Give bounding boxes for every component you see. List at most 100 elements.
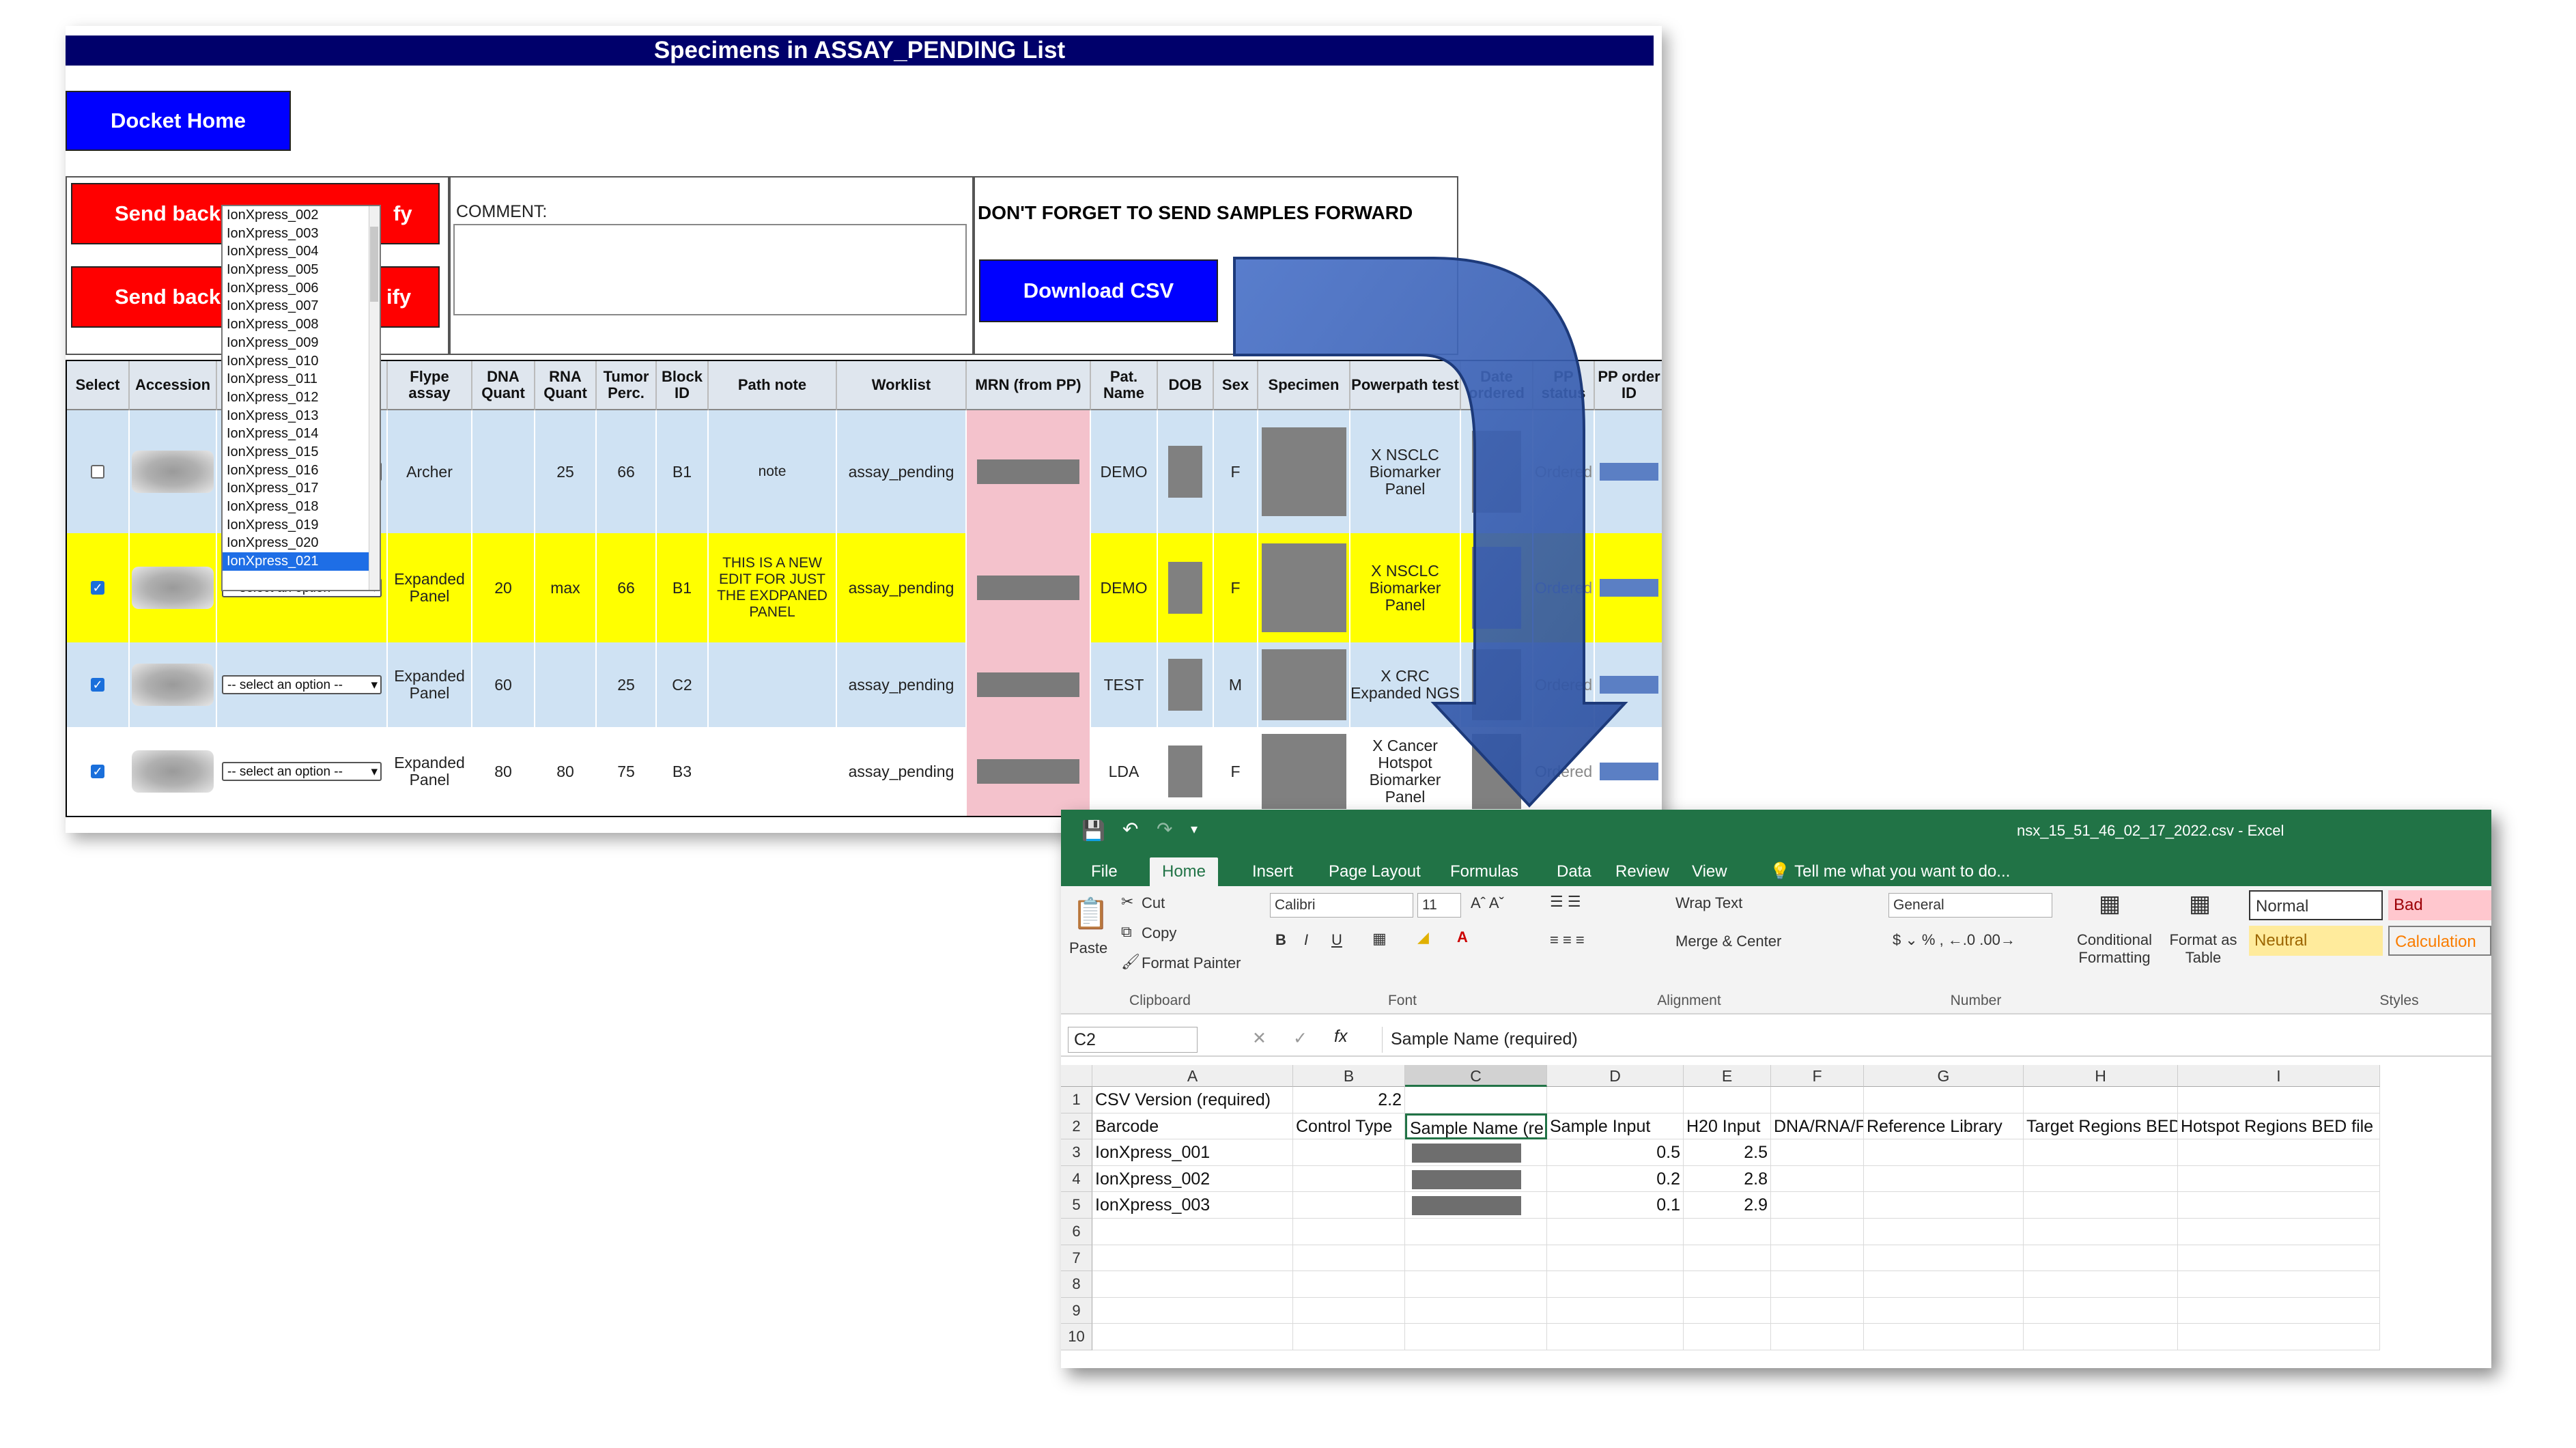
cell-G6[interactable] bbox=[1864, 1219, 2024, 1245]
dropdown-option[interactable]: IonXpress_002 bbox=[223, 206, 380, 225]
cell-I2[interactable]: Hotspot Regions BED file bbox=[2178, 1113, 2380, 1140]
cell-I1[interactable] bbox=[2178, 1087, 2380, 1113]
enter-icon[interactable]: ✓ bbox=[1293, 1028, 1307, 1049]
style-calculation[interactable]: Calculation bbox=[2388, 926, 2491, 956]
row-header[interactable]: 2 bbox=[1061, 1113, 1092, 1140]
row-header[interactable]: 8 bbox=[1061, 1271, 1092, 1298]
style-bad[interactable]: Bad bbox=[2388, 890, 2491, 920]
conditional-formatting-icon[interactable]: ▦ bbox=[2099, 890, 2121, 918]
cell-G10[interactable] bbox=[1864, 1324, 2024, 1350]
align-top-icon[interactable]: ☰ ☰ bbox=[1550, 893, 1581, 911]
row-header[interactable]: 3 bbox=[1061, 1139, 1092, 1166]
dropdown-option[interactable]: IonXpress_017 bbox=[223, 479, 380, 498]
cell-F10[interactable] bbox=[1771, 1324, 1864, 1350]
row-header[interactable]: 1 bbox=[1061, 1087, 1092, 1113]
format-as-table-button[interactable]: Format as Table bbox=[2166, 931, 2241, 967]
row-header[interactable]: 4 bbox=[1061, 1165, 1092, 1193]
barcode-dropdown-list[interactable]: IonXpress_002 IonXpress_003 IonXpress_004 I… bbox=[221, 205, 381, 591]
cell-C3[interactable] bbox=[1405, 1139, 1547, 1166]
cell-C7[interactable] bbox=[1405, 1245, 1547, 1272]
dropdown-option[interactable]: IonXpress_016 bbox=[223, 462, 380, 480]
cell-C1[interactable] bbox=[1405, 1087, 1547, 1113]
row-header[interactable]: 6 bbox=[1061, 1219, 1092, 1245]
format-painter-button[interactable]: Format Painter bbox=[1142, 954, 1241, 972]
conditional-formatting-button[interactable]: Conditional Formatting bbox=[2070, 931, 2159, 967]
cell-I3[interactable] bbox=[2178, 1139, 2380, 1166]
fill-color-icon[interactable]: ◢ bbox=[1417, 928, 1429, 946]
underline-icon[interactable]: U bbox=[1331, 931, 1342, 949]
cell-H3[interactable] bbox=[2024, 1139, 2178, 1166]
column-header[interactable]: D bbox=[1547, 1065, 1684, 1087]
cell-G4[interactable] bbox=[1864, 1165, 2024, 1193]
cell-E8[interactable] bbox=[1684, 1271, 1771, 1298]
barcode-select[interactable]: -- select an option -- ▾ bbox=[222, 762, 382, 781]
undo-icon[interactable]: ↶ bbox=[1122, 818, 1138, 840]
dropdown-option[interactable]: IonXpress_021 bbox=[223, 552, 380, 571]
bold-icon[interactable]: B bbox=[1275, 931, 1286, 949]
cell-H8[interactable] bbox=[2024, 1271, 2178, 1298]
cell-C5[interactable] bbox=[1405, 1192, 1547, 1219]
merge-center-button[interactable]: Merge & Center bbox=[1675, 933, 1781, 950]
barcode-select[interactable]: -- select an option -- ▾ bbox=[222, 675, 382, 694]
cell-E3[interactable]: 2.5 bbox=[1684, 1139, 1771, 1166]
align-left-icon[interactable]: ≡ ≡ ≡ bbox=[1550, 931, 1585, 949]
tab-insert[interactable]: Insert bbox=[1240, 857, 1305, 886]
cell-D10[interactable] bbox=[1547, 1324, 1684, 1350]
dropdown-option[interactable]: IonXpress_006 bbox=[223, 279, 380, 298]
cell-H10[interactable] bbox=[2024, 1324, 2178, 1350]
save-icon[interactable]: 💾 bbox=[1081, 819, 1105, 842]
cell-C2[interactable]: Sample Name (re bbox=[1405, 1113, 1547, 1140]
cell-D1[interactable] bbox=[1547, 1087, 1684, 1113]
cut-icon[interactable]: ✂ bbox=[1121, 893, 1133, 911]
cell-G1[interactable] bbox=[1864, 1087, 2024, 1113]
dropdown-option[interactable]: IonXpress_011 bbox=[223, 370, 380, 388]
cell-B8[interactable] bbox=[1293, 1271, 1405, 1298]
cell-B3[interactable] bbox=[1293, 1139, 1405, 1166]
cell-B7[interactable] bbox=[1293, 1245, 1405, 1272]
cell-B9[interactable] bbox=[1293, 1297, 1405, 1324]
formula-input[interactable]: Sample Name (required) bbox=[1382, 1027, 2491, 1053]
cell-D2[interactable]: Sample Input bbox=[1547, 1113, 1684, 1140]
dropdown-option[interactable]: IonXpress_014 bbox=[223, 425, 380, 443]
cell-D7[interactable] bbox=[1547, 1245, 1684, 1272]
cell-E9[interactable] bbox=[1684, 1297, 1771, 1324]
download-csv-button[interactable]: Download CSV bbox=[979, 259, 1218, 322]
dropdown-option[interactable]: IonXpress_009 bbox=[223, 334, 380, 352]
column-header[interactable]: E bbox=[1684, 1065, 1771, 1087]
cell-E7[interactable] bbox=[1684, 1245, 1771, 1272]
column-header[interactable]: C bbox=[1405, 1065, 1547, 1087]
cell-E2[interactable]: H20 Input bbox=[1684, 1113, 1771, 1140]
column-header[interactable]: F bbox=[1771, 1065, 1864, 1087]
redo-icon[interactable]: ↷ bbox=[1157, 818, 1172, 840]
cell-I5[interactable] bbox=[2178, 1192, 2380, 1219]
cell-D9[interactable] bbox=[1547, 1297, 1684, 1324]
cell-H9[interactable] bbox=[2024, 1297, 2178, 1324]
dropdown-option[interactable]: IonXpress_005 bbox=[223, 261, 380, 279]
row-header[interactable]: 10 bbox=[1061, 1324, 1092, 1350]
row-checkbox[interactable]: ✓ bbox=[91, 581, 104, 595]
dropdown-scroll-thumb[interactable] bbox=[370, 227, 378, 302]
format-as-table-icon[interactable]: ▦ bbox=[2189, 890, 2211, 918]
cell-E10[interactable] bbox=[1684, 1324, 1771, 1350]
copy-icon[interactable]: ⧉ bbox=[1121, 923, 1132, 941]
cell-A7[interactable] bbox=[1092, 1245, 1293, 1272]
tab-page-layout[interactable]: Page Layout bbox=[1316, 857, 1433, 886]
dropdown-option[interactable]: IonXpress_003 bbox=[223, 225, 380, 243]
cell-F5[interactable] bbox=[1771, 1192, 1864, 1219]
cell-E5[interactable]: 2.9 bbox=[1684, 1192, 1771, 1219]
column-header[interactable]: B bbox=[1293, 1065, 1405, 1087]
cell-H5[interactable] bbox=[2024, 1192, 2178, 1219]
copy-button[interactable]: Copy bbox=[1142, 924, 1176, 942]
cancel-icon[interactable]: ✕ bbox=[1252, 1028, 1266, 1049]
cell-D4[interactable]: 0.2 bbox=[1547, 1165, 1684, 1193]
cell-F9[interactable] bbox=[1771, 1297, 1864, 1324]
dropdown-scrollbar[interactable] bbox=[369, 206, 380, 590]
cell-G8[interactable] bbox=[1864, 1271, 2024, 1298]
cell-B2[interactable]: Control Type bbox=[1293, 1113, 1405, 1140]
cell-F7[interactable] bbox=[1771, 1245, 1864, 1272]
cell-H6[interactable] bbox=[2024, 1219, 2178, 1245]
row-checkbox[interactable] bbox=[91, 465, 104, 479]
cell-C8[interactable] bbox=[1405, 1271, 1547, 1298]
function-icon[interactable]: fx bbox=[1334, 1027, 1347, 1047]
cut-button[interactable]: Cut bbox=[1142, 894, 1165, 912]
